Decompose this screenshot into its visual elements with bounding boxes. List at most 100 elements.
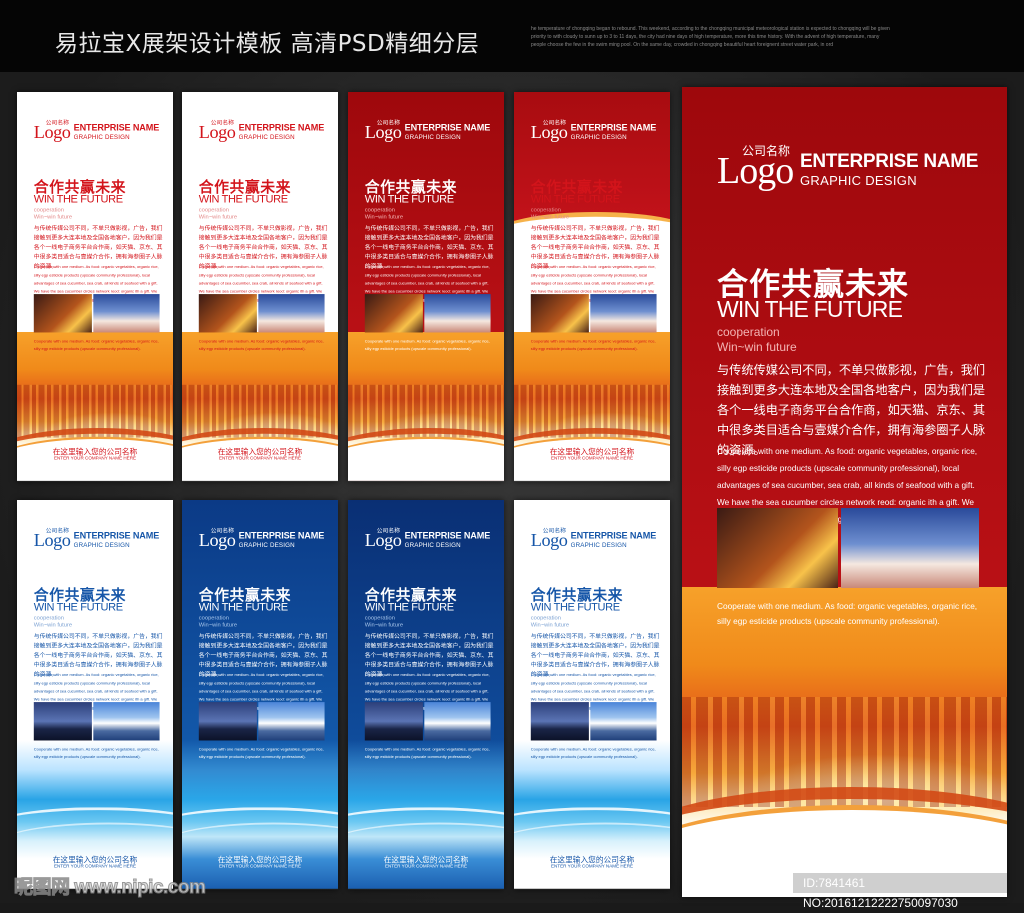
graphic-design-label: GRAPHIC DESIGN xyxy=(73,133,130,141)
winwin-label: Win~win future xyxy=(530,621,570,629)
enterprise-name: ENTERPRISE NAME xyxy=(404,530,491,541)
banner-panel: 公司名称 Logo ENTERPRISE NAME GRAPHIC DESIGN… xyxy=(182,92,338,481)
headline-en: WIN THE FUTURE xyxy=(364,600,454,613)
photo-right xyxy=(424,702,491,741)
photo-caption: Cooperate with one medium. As food: orga… xyxy=(530,338,656,351)
headline-en: WIN THE FUTURE xyxy=(33,192,123,205)
banner-panel: 公司名称 Logo ENTERPRISE NAME GRAPHIC DESIGN… xyxy=(514,92,670,481)
winwin-label: Win~win future xyxy=(530,213,570,221)
banner-preview[interactable]: 公司名称 Logo ENTERPRISE NAME GRAPHIC DESIGN… xyxy=(182,92,338,482)
banner-preview[interactable]: 公司名称 Logo ENTERPRISE NAME GRAPHIC DESIGN… xyxy=(348,500,504,890)
photo-caption: Cooperate with one medium. As food: orga… xyxy=(33,338,159,351)
enterprise-name: ENTERPRISE NAME xyxy=(800,151,979,172)
footer-company-en: ENTER YOUR COMPANY NAME HERE xyxy=(53,455,137,462)
footer-company-en: ENTER YOUR COMPANY NAME HERE xyxy=(384,863,468,870)
photo-left xyxy=(530,294,589,333)
winwin-label: Win~win future xyxy=(33,621,73,629)
winwin-label: Win~win future xyxy=(198,213,238,221)
graphic-design-label: GRAPHIC DESIGN xyxy=(238,541,295,549)
photo-right xyxy=(590,702,657,741)
photo-right xyxy=(258,294,325,333)
cooperation-label: cooperation xyxy=(530,614,561,621)
graphic-design-label: GRAPHIC DESIGN xyxy=(570,541,627,549)
footer-company-en: ENTER YOUR COMPANY NAME HERE xyxy=(384,455,468,462)
logo: Logo xyxy=(364,122,402,143)
headline-en: WIN THE FUTURE xyxy=(364,192,454,205)
graphic-design-label: GRAPHIC DESIGN xyxy=(570,133,627,141)
photo-caption: Cooperate with one medium. As food: orga… xyxy=(198,746,324,759)
headline-en: WIN THE FUTURE xyxy=(198,600,288,613)
photo-right xyxy=(93,702,160,741)
photo-caption: Cooperate with one medium. As food: orga… xyxy=(33,746,159,759)
graphic-design-label: GRAPHIC DESIGN xyxy=(73,541,130,549)
photo-caption: Cooperate with one medium. As food: orga… xyxy=(198,338,324,351)
banner-preview[interactable]: 公司名称 Logo ENTERPRISE NAME GRAPHIC DESIGN… xyxy=(348,92,504,482)
photo-left xyxy=(364,294,423,333)
banner-preview[interactable]: 公司名称 Logo ENTERPRISE NAME GRAPHIC DESIGN… xyxy=(17,92,173,482)
graphic-design-label: GRAPHIC DESIGN xyxy=(238,133,295,141)
watermark: 昵图网 www.nipic.com xyxy=(13,877,206,899)
footer-company-en: ENTER YOUR COMPANY NAME HERE xyxy=(218,455,302,462)
banner-panel: 公司名称 Logo ENTERPRISE NAME GRAPHIC DESIGN… xyxy=(17,92,173,481)
winwin-label: Win~win future xyxy=(717,340,797,354)
enterprise-name: ENTERPRISE NAME xyxy=(73,530,160,541)
photo-right xyxy=(258,702,325,741)
photo-left xyxy=(198,294,257,333)
footer-company-en: ENTER YOUR COMPANY NAME HERE xyxy=(550,863,634,870)
page-title: 易拉宝X展架设计模板 高清PSD精细分层 xyxy=(55,31,480,57)
photo-caption: Cooperate with one medium. As food: orga… xyxy=(364,746,490,759)
logo: Logo xyxy=(530,530,568,551)
enterprise-name: ENTERPRISE NAME xyxy=(238,530,325,541)
photo-left xyxy=(717,508,838,588)
photo-left xyxy=(33,702,92,741)
cooperation-label: cooperation xyxy=(198,614,229,621)
photo-right xyxy=(424,294,491,333)
cooperation-label: cooperation xyxy=(530,206,561,213)
graphic-design-label: GRAPHIC DESIGN xyxy=(404,541,461,549)
winwin-label: Win~win future xyxy=(364,621,404,629)
logo: Logo xyxy=(198,122,236,143)
banner-panel: 公司名称 Logo ENTERPRISE NAME GRAPHIC DESIGN… xyxy=(182,500,338,889)
winwin-label: Win~win future xyxy=(33,213,73,221)
top-bar: 易拉宝X展架设计模板 高清PSD精细分层 he temperature of c… xyxy=(0,0,1024,72)
banner-panel: 公司名称 Logo ENTERPRISE NAME GRAPHIC DESIGN… xyxy=(348,500,504,889)
description-text: he temperature of chongqing began to reb… xyxy=(531,26,890,48)
winwin-label: Win~win future xyxy=(364,213,404,221)
photo-right xyxy=(841,508,979,588)
cooperation-label: cooperation xyxy=(717,325,780,339)
photo-left xyxy=(530,702,589,741)
banner-preview[interactable]: 公司名称 Logo ENTERPRISE NAME GRAPHIC DESIGN… xyxy=(182,500,338,890)
banner-panel: 公司名称 Logo ENTERPRISE NAME GRAPHIC DESIGN… xyxy=(514,500,670,889)
headline-en: WIN THE FUTURE xyxy=(33,600,123,613)
footer-company-en: ENTER YOUR COMPANY NAME HERE xyxy=(218,863,302,870)
enterprise-name: ENTERPRISE NAME xyxy=(404,122,491,133)
large-banner-preview[interactable]: 公司名称 Logo ENTERPRISE NAME GRAPHIC DESIGN… xyxy=(682,87,1007,897)
enterprise-name: ENTERPRISE NAME xyxy=(238,122,325,133)
banner-preview[interactable]: 公司名称 Logo ENTERPRISE NAME GRAPHIC DESIGN… xyxy=(514,500,670,890)
photo-left xyxy=(198,702,257,741)
photo-left xyxy=(33,294,92,333)
photo-caption: Cooperate with one medium. As food: orga… xyxy=(530,746,656,759)
id-label: ID:7841461 NO:20161212222750097030 xyxy=(793,873,1007,910)
banner-panel: 公司名称 Logo ENTERPRISE NAME GRAPHIC DESIGN… xyxy=(682,87,1007,897)
footer-company-en: ENTER YOUR COMPANY NAME HERE xyxy=(53,863,137,870)
photo-left xyxy=(364,702,423,741)
enterprise-name: ENTERPRISE NAME xyxy=(73,122,160,133)
logo: Logo xyxy=(33,122,71,143)
enterprise-name: ENTERPRISE NAME xyxy=(570,530,657,541)
cooperation-label: cooperation xyxy=(33,206,64,213)
logo: Logo xyxy=(717,150,794,192)
photo-caption: Cooperate with one medium. As food: orga… xyxy=(717,601,978,626)
banner-preview[interactable]: 公司名称 Logo ENTERPRISE NAME GRAPHIC DESIGN… xyxy=(514,92,670,482)
banner-preview[interactable]: 公司名称 Logo ENTERPRISE NAME GRAPHIC DESIGN… xyxy=(17,500,173,890)
enterprise-name: ENTERPRISE NAME xyxy=(570,122,657,133)
photo-right xyxy=(93,294,160,333)
logo: Logo xyxy=(364,530,402,551)
photo-right xyxy=(590,294,657,333)
headline-en: WIN THE FUTURE xyxy=(717,296,903,322)
photo-caption: Cooperate with one medium. As food: orga… xyxy=(364,338,490,351)
banner-panel: 公司名称 Logo ENTERPRISE NAME GRAPHIC DESIGN… xyxy=(348,92,504,481)
graphic-design-label: GRAPHIC DESIGN xyxy=(404,133,461,141)
cooperation-label: cooperation xyxy=(364,614,395,621)
cooperation-label: cooperation xyxy=(33,614,64,621)
